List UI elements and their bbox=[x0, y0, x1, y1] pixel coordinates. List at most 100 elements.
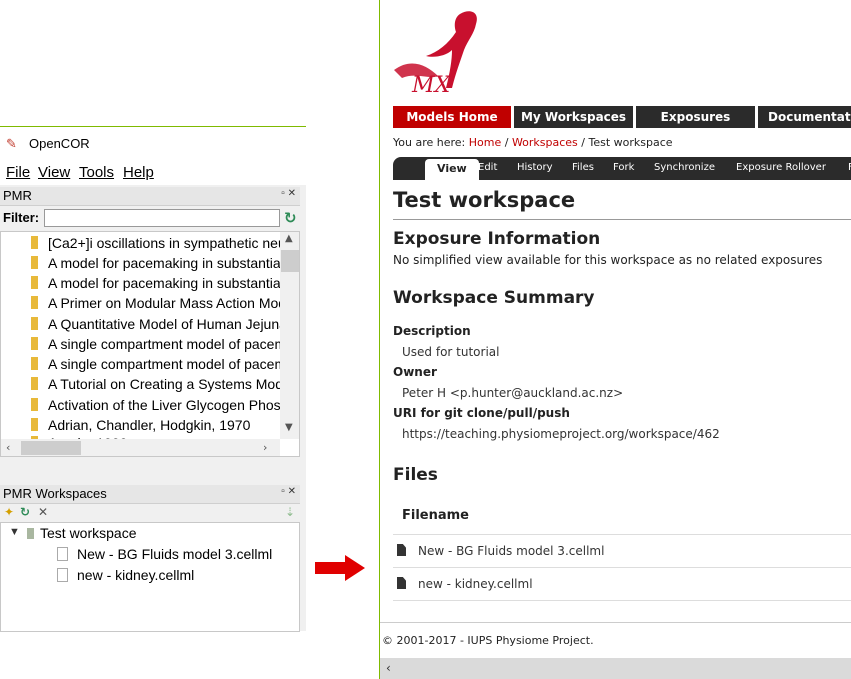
filter-input[interactable] bbox=[44, 209, 280, 227]
list-item[interactable]: A model for pacemaking in substantia nig… bbox=[31, 255, 281, 275]
owner-label: Owner bbox=[393, 365, 437, 379]
description-value: Used for tutorial bbox=[402, 345, 500, 359]
file-icon bbox=[397, 544, 406, 556]
folder-icon bbox=[31, 377, 38, 390]
row-divider bbox=[393, 600, 851, 601]
menu-tools[interactable]: Tools bbox=[79, 164, 114, 181]
nav-my-workspaces[interactable]: My Workspaces bbox=[514, 106, 633, 128]
footer-divider bbox=[380, 622, 851, 623]
workspaces-tree[interactable]: ▼ Test workspace New - BG Fluids model 3… bbox=[0, 522, 300, 632]
physiome-logo: MX bbox=[394, 11, 477, 98]
breadcrumb-current: Test workspace bbox=[588, 136, 673, 149]
summary-heading: Workspace Summary bbox=[393, 288, 595, 308]
menu-help[interactable]: Help bbox=[123, 164, 154, 181]
tab-history[interactable]: History bbox=[517, 162, 553, 173]
workspace-file[interactable]: new - kidney.cellml bbox=[57, 567, 194, 583]
filter-label: Filter: bbox=[3, 210, 40, 225]
nav-models-home[interactable]: Models Home bbox=[393, 106, 511, 128]
list-item[interactable]: A Tutorial on Creating a Systems Model bbox=[31, 376, 281, 396]
list-item[interactable]: [Ca2+]i oscillations in sympathetic neur… bbox=[31, 235, 281, 255]
horizontal-scrollbar[interactable]: ‹ bbox=[380, 658, 851, 679]
folder-icon bbox=[31, 398, 38, 411]
pmr-exposure-list[interactable]: [Ca2+]i oscillations in sympathetic neur… bbox=[0, 231, 300, 457]
list-item[interactable]: A Quantitative Model of Human Jejunal bbox=[31, 316, 281, 336]
tab-edit[interactable]: Edit bbox=[478, 162, 497, 173]
nav-documentation[interactable]: Documentation bbox=[758, 106, 851, 128]
folder-icon bbox=[31, 296, 38, 309]
row-divider bbox=[393, 534, 851, 535]
nav-exposures[interactable]: Exposures bbox=[636, 106, 755, 128]
opencor-app-icon: ✎ bbox=[6, 137, 17, 152]
tab-exposure-rollover[interactable]: Exposure Rollover bbox=[736, 162, 826, 173]
scrollbar-thumb[interactable] bbox=[21, 441, 81, 455]
files-heading: Files bbox=[393, 465, 438, 485]
list-item[interactable]: Adrian, Chandler, Hodgkin, 1970 bbox=[31, 417, 281, 437]
folder-icon bbox=[31, 276, 38, 289]
scroll-up-icon[interactable]: ▲ bbox=[285, 233, 293, 244]
workspace-node[interactable]: Test workspace bbox=[27, 525, 136, 541]
folder-icon bbox=[31, 317, 38, 330]
list-item[interactable]: A single compartment model of pacemaking bbox=[31, 356, 281, 376]
file-icon bbox=[57, 568, 68, 582]
breadcrumb-home-link[interactable]: Home bbox=[469, 136, 501, 149]
clone-icon[interactable]: ⇣ bbox=[285, 505, 295, 519]
panel-float-close-icons[interactable]: ▫ ✕ bbox=[281, 486, 296, 497]
horizontal-scrollbar[interactable]: ‹ › bbox=[1, 439, 280, 456]
pmr-panel-titlebar: PMR ▫ ✕ bbox=[0, 187, 300, 206]
exposure-text: No simplified view available for this wo… bbox=[393, 253, 823, 267]
tab-files[interactable]: Files bbox=[572, 162, 594, 173]
arrow-right-icon bbox=[315, 555, 365, 581]
app-title: OpenCOR bbox=[29, 136, 90, 151]
pmr-filter-row: Filter: ↻ bbox=[0, 207, 300, 229]
menu-view[interactable]: View bbox=[38, 164, 70, 181]
tab-fork[interactable]: Fork bbox=[613, 162, 634, 173]
uri-label: URI for git clone/pull/push bbox=[393, 406, 570, 420]
workspace-file[interactable]: New - BG Fluids model 3.cellml bbox=[57, 546, 272, 562]
pmr-panel-title: PMR bbox=[3, 188, 32, 203]
files-column-header: Filename bbox=[402, 508, 469, 523]
list-item[interactable]: A model for pacemaking in substantia nig… bbox=[31, 275, 281, 295]
workspace-subnav: View Edit History Files Fork Synchronize… bbox=[393, 157, 851, 180]
tab-view[interactable]: View bbox=[425, 159, 479, 180]
scroll-left-icon[interactable]: ‹ bbox=[6, 441, 10, 454]
refresh-icon[interactable]: ↻ bbox=[20, 505, 30, 519]
table-row[interactable]: new - kidney.cellml bbox=[397, 577, 533, 591]
exposure-heading: Exposure Information bbox=[393, 229, 601, 249]
chevron-down-icon[interactable]: ▼ bbox=[9, 526, 20, 538]
tab-synchronize[interactable]: Synchronize bbox=[654, 162, 715, 173]
vertical-scrollbar[interactable]: ▲ ▼ bbox=[280, 232, 299, 439]
workspaces-panel-title: PMR Workspaces bbox=[3, 486, 107, 501]
opencor-window: ✎ OpenCOR File View Tools Help PMR ▫ ✕ F… bbox=[0, 126, 306, 632]
file-icon bbox=[57, 547, 68, 561]
description-label: Description bbox=[393, 324, 471, 338]
panel-float-close-icons[interactable]: ▫ ✕ bbox=[281, 188, 296, 199]
list-item[interactable]: A single compartment model of pacemaking bbox=[31, 336, 281, 356]
table-row[interactable]: New - BG Fluids model 3.cellml bbox=[397, 544, 604, 558]
breadcrumb: You are here: Home / Workspaces / Test w… bbox=[393, 136, 673, 149]
workspaces-panel-titlebar: PMR Workspaces ▫ ✕ bbox=[0, 485, 300, 504]
scrollbar-thumb[interactable] bbox=[281, 250, 299, 272]
tools-icon[interactable]: ✕ bbox=[38, 505, 48, 519]
list-item[interactable]: A Primer on Modular Mass Action Modellin… bbox=[31, 295, 281, 315]
title-divider bbox=[393, 219, 851, 220]
breadcrumb-workspaces-link[interactable]: Workspaces bbox=[512, 136, 578, 149]
browser-page: MX Models Home My Workspaces Exposures D… bbox=[379, 0, 851, 679]
scroll-left-icon[interactable]: ‹ bbox=[386, 661, 391, 675]
folder-icon bbox=[31, 357, 38, 370]
workspaces-toolbar: ✦ ↻ ✕ ⇣ bbox=[0, 504, 300, 522]
new-workspace-icon[interactable]: ✦ bbox=[4, 505, 14, 519]
scroll-right-icon[interactable]: › bbox=[263, 441, 267, 454]
folder-icon bbox=[31, 418, 38, 431]
menu-file[interactable]: File bbox=[6, 164, 30, 181]
breadcrumb-prefix: You are here: bbox=[393, 136, 466, 149]
refresh-icon[interactable]: ↻ bbox=[284, 209, 297, 227]
list-item[interactable]: Activation of the Liver Glycogen Phospho… bbox=[31, 397, 281, 417]
row-divider bbox=[393, 567, 851, 568]
scroll-down-icon[interactable]: ▼ bbox=[285, 422, 293, 433]
folder-icon bbox=[31, 236, 38, 249]
owner-value: Peter H <p.hunter@auckland.ac.nz> bbox=[402, 386, 624, 400]
uri-value[interactable]: https://teaching.physiomeproject.org/wor… bbox=[402, 427, 720, 441]
folder-icon bbox=[31, 256, 38, 269]
page-title: Test workspace bbox=[393, 188, 576, 212]
top-navigation: Models Home My Workspaces Exposures Docu… bbox=[393, 106, 851, 128]
